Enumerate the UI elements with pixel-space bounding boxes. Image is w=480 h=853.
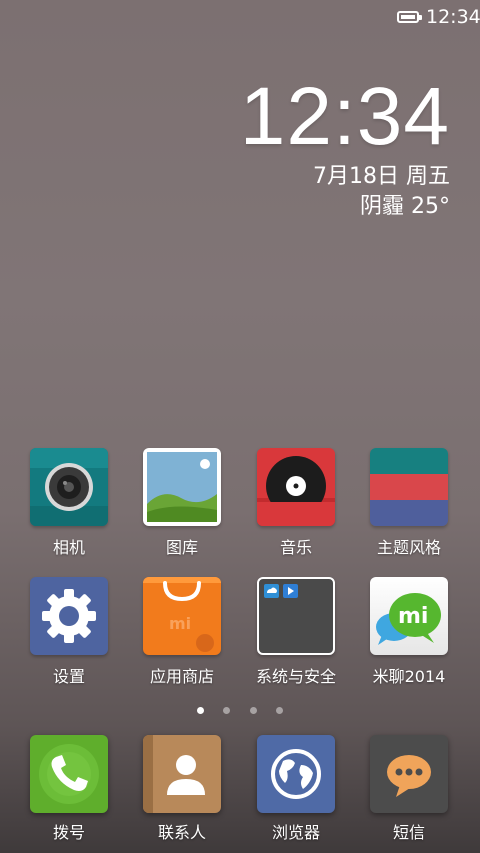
gallery-icon (143, 448, 221, 526)
app-camera[interactable]: 相机 (14, 448, 124, 558)
app-label: 系统与安全 (255, 667, 336, 686)
app-sms[interactable]: 短信 (354, 735, 464, 843)
folder-system-security[interactable]: 系统与安全 (241, 577, 351, 687)
app-label: 相机 (52, 538, 85, 557)
app-miliao[interactable]: mi 米聊2014 (354, 577, 464, 687)
page-dot-2[interactable] (223, 707, 231, 714)
app-theme[interactable]: 主题风格 (354, 448, 464, 558)
status-bar: 12:34 (0, 0, 480, 36)
svg-text:mi: mi (169, 614, 191, 633)
folder-icon (257, 577, 335, 655)
page-indicator (0, 699, 480, 718)
page-dot-3[interactable] (249, 707, 257, 714)
app-dialer[interactable]: 拨号 (14, 735, 124, 843)
app-contacts[interactable]: 联系人 (127, 735, 237, 843)
app-label: 图库 (165, 538, 198, 557)
message-icon (370, 735, 448, 813)
app-browser[interactable]: 浏览器 (241, 735, 351, 843)
music-icon (257, 448, 335, 526)
widget-clock[interactable]: 12:34 (240, 70, 450, 164)
svg-text:mi: mi (398, 604, 428, 629)
app-label: 短信 (392, 823, 425, 842)
miliao-icon: mi (370, 577, 448, 655)
app-gallery[interactable]: 图库 (127, 448, 237, 558)
page-dot-4[interactable] (275, 707, 283, 714)
status-time: 12:34 (426, 6, 480, 28)
camera-icon (30, 448, 108, 526)
widget-date: 7月18日 周五 (313, 164, 450, 189)
app-label: 主题风格 (376, 538, 441, 557)
page-dot-1[interactable] (197, 707, 205, 714)
globe-icon (257, 735, 335, 813)
phone-icon (30, 735, 108, 813)
app-label: 设置 (52, 667, 85, 686)
app-label: 应用商店 (149, 667, 214, 686)
app-label: 拨号 (52, 823, 85, 842)
store-bag-icon: mi (143, 577, 221, 655)
app-label: 浏览器 (271, 823, 320, 842)
app-label: 联系人 (157, 823, 206, 842)
gear-icon (30, 577, 108, 655)
contacts-icon (143, 735, 221, 813)
app-settings[interactable]: 设置 (14, 577, 124, 687)
battery-full-icon (397, 11, 422, 23)
app-store[interactable]: mi 应用商店 (127, 577, 237, 687)
app-label: 米聊2014 (372, 667, 446, 686)
app-music[interactable]: 音乐 (241, 448, 351, 558)
widget-weather[interactable]: 阴霾 25° (360, 188, 450, 220)
theme-icon (370, 448, 448, 526)
app-label: 音乐 (279, 538, 312, 557)
